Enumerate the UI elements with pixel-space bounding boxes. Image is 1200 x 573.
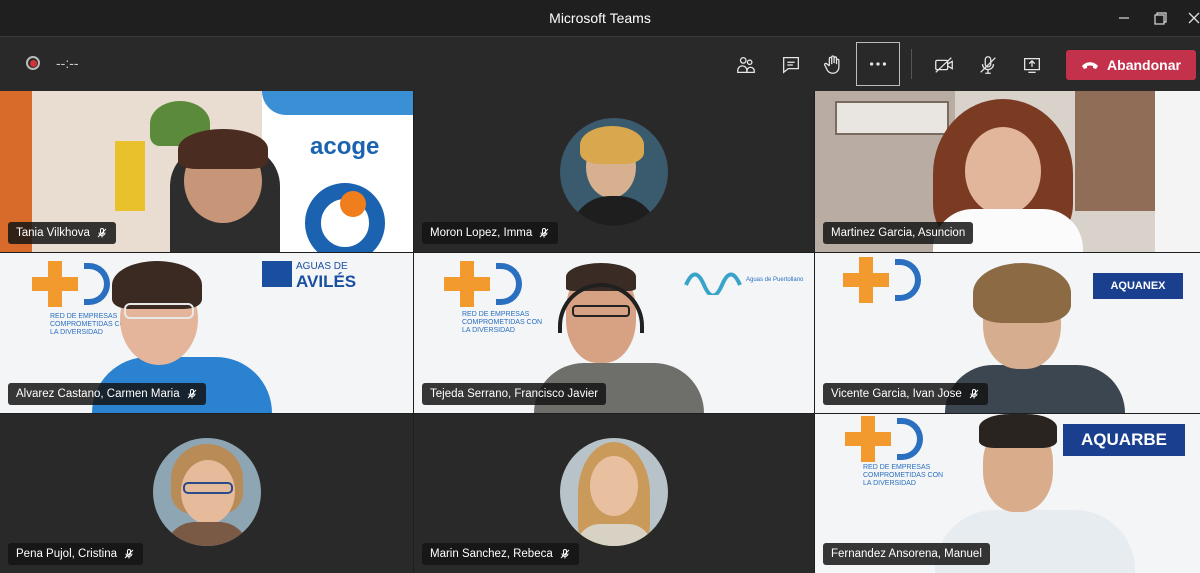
minimize-button[interactable]: [1104, 0, 1144, 36]
participant-hair: [979, 414, 1057, 448]
close-icon: [1188, 12, 1200, 24]
participant-tile-5[interactable]: RED DE EMPRESAS COMPROMETIDAS CON LA DIV…: [414, 253, 814, 413]
mic-muted-icon: [539, 228, 549, 238]
participant-name: Pena Pujol, Cristina: [16, 548, 117, 560]
shelf-folders: [115, 141, 145, 211]
participant-name-label: Vicente Garcia, Ivan Jose: [823, 383, 988, 405]
mic-muted-icon: [97, 228, 107, 238]
participant-name-label: Alvarez Castano, Carmen Maria: [8, 383, 206, 405]
share-screen-icon: [1024, 57, 1040, 73]
recording-indicator-icon: [26, 56, 40, 70]
participant-face: [965, 127, 1041, 215]
window: [1155, 91, 1200, 252]
mic-toggle-button[interactable]: [968, 45, 1008, 85]
window-title: Microsoft Teams: [549, 10, 651, 26]
participant-tile-3[interactable]: Martinez Garcia, Asuncion: [815, 91, 1200, 252]
participant-tile-8[interactable]: Marin Sanchez, Rebeca: [414, 414, 814, 573]
close-button[interactable]: [1174, 0, 1200, 36]
participant-name-label: Martinez Garcia, Asuncion: [823, 222, 974, 244]
more-options-button[interactable]: [856, 42, 900, 86]
camera-toggle-button[interactable]: [924, 45, 964, 85]
raise-hand-icon: [824, 55, 840, 74]
hang-up-icon: [1082, 62, 1099, 69]
title-bar: Microsoft Teams: [0, 0, 1200, 36]
wall-frames: [835, 101, 949, 135]
leave-label: Abandonar: [1107, 57, 1181, 73]
participant-glasses: [124, 303, 194, 319]
puertollano-logo: Aguas de Puertollano: [684, 265, 803, 300]
chat-icon: [783, 57, 799, 74]
participant-name-label: Fernandez Ansorena, Manuel: [823, 543, 990, 565]
banner-stripe: [262, 91, 413, 115]
diversidad-caption: RED DE EMPRESAS COMPROMETIDAS CON LA DIV…: [50, 313, 131, 336]
acoge-logo-text: acoge: [310, 133, 380, 160]
participant-name: Fernandez Ansorena, Manuel: [831, 548, 982, 560]
minimize-icon: [1119, 17, 1129, 19]
raise-hand-button[interactable]: [813, 45, 853, 85]
participant-name-label: Pena Pujol, Cristina: [8, 543, 143, 565]
participant-tile-6[interactable]: AQUANEX Vicente Garcia, Ivan Jose: [815, 253, 1200, 413]
aquarbe-logo: AQUARBE: [1063, 424, 1185, 456]
participant-hair: [973, 263, 1071, 323]
participant-tile-4[interactable]: RED DE EMPRESAS COMPROMETIDAS CON LA DIV…: [0, 253, 413, 413]
restore-icon: [1153, 11, 1167, 25]
mic-muted-icon: [187, 389, 196, 399]
participant-name-label: Moron Lopez, Imma: [422, 222, 559, 244]
bookshelf: [1075, 91, 1155, 211]
meeting-toolbar: --:-- Abandonar: [0, 36, 1200, 91]
participant-name: Alvarez Castano, Carmen Maria: [16, 388, 180, 400]
participant-hair: [112, 261, 202, 309]
participant-tile-7[interactable]: Pena Pujol, Cristina: [0, 414, 413, 573]
more-icon: [869, 62, 887, 66]
share-screen-button[interactable]: [1012, 45, 1052, 85]
mic-off-icon: [980, 56, 996, 74]
acoge-dot-logo: [340, 191, 366, 217]
participant-tile-9[interactable]: RED DE EMPRESAS COMPROMETIDAS CON LA DIV…: [815, 414, 1200, 573]
diversidad-caption: RED DE EMPRESAS COMPROMETIDAS CON LA DIV…: [863, 464, 944, 487]
meeting-timer: --:--: [56, 55, 79, 71]
participant-avatar: [153, 438, 261, 546]
participant-tile-2[interactable]: Moron Lopez, Imma: [414, 91, 814, 252]
participant-name: Marin Sanchez, Rebeca: [430, 548, 553, 560]
participant-name-label: Tania Vilkhova: [8, 222, 116, 244]
mic-muted-icon: [560, 549, 570, 559]
participant-tile-1[interactable]: acoge Tania Vilkhova: [0, 91, 413, 252]
leave-meeting-button[interactable]: Abandonar: [1066, 50, 1196, 80]
mic-muted-icon: [969, 389, 979, 399]
participant-avatar: [560, 118, 668, 226]
participant-name-label: Tejeda Serrano, Francisco Javier: [422, 383, 607, 405]
participant-name: Vicente Garcia, Ivan Jose: [831, 388, 962, 400]
toolbar-divider: [911, 49, 912, 79]
participant-avatar: [560, 438, 668, 546]
aquanex-logo: AQUANEX: [1093, 273, 1183, 299]
diversidad-caption: RED DE EMPRESAS COMPROMETIDAS CON LA DIV…: [462, 311, 543, 334]
participant-name: Tania Vilkhova: [16, 227, 90, 239]
participant-name: Tejeda Serrano, Francisco Javier: [430, 388, 599, 400]
participant-name: Moron Lopez, Imma: [430, 227, 533, 239]
participant-name: Martinez Garcia, Asuncion: [831, 227, 966, 239]
participant-hair: [178, 129, 268, 169]
video-grid: acoge Tania Vilkhova Moron Lopez, Imma M…: [0, 91, 1200, 573]
camera-off-icon: [935, 57, 953, 73]
mic-muted-icon: [124, 549, 134, 559]
people-icon: [737, 57, 755, 73]
chat-button[interactable]: [771, 45, 811, 85]
participant-name-label: Marin Sanchez, Rebeca: [422, 543, 579, 565]
participant-glasses: [572, 305, 630, 317]
participants-button[interactable]: [726, 45, 766, 85]
